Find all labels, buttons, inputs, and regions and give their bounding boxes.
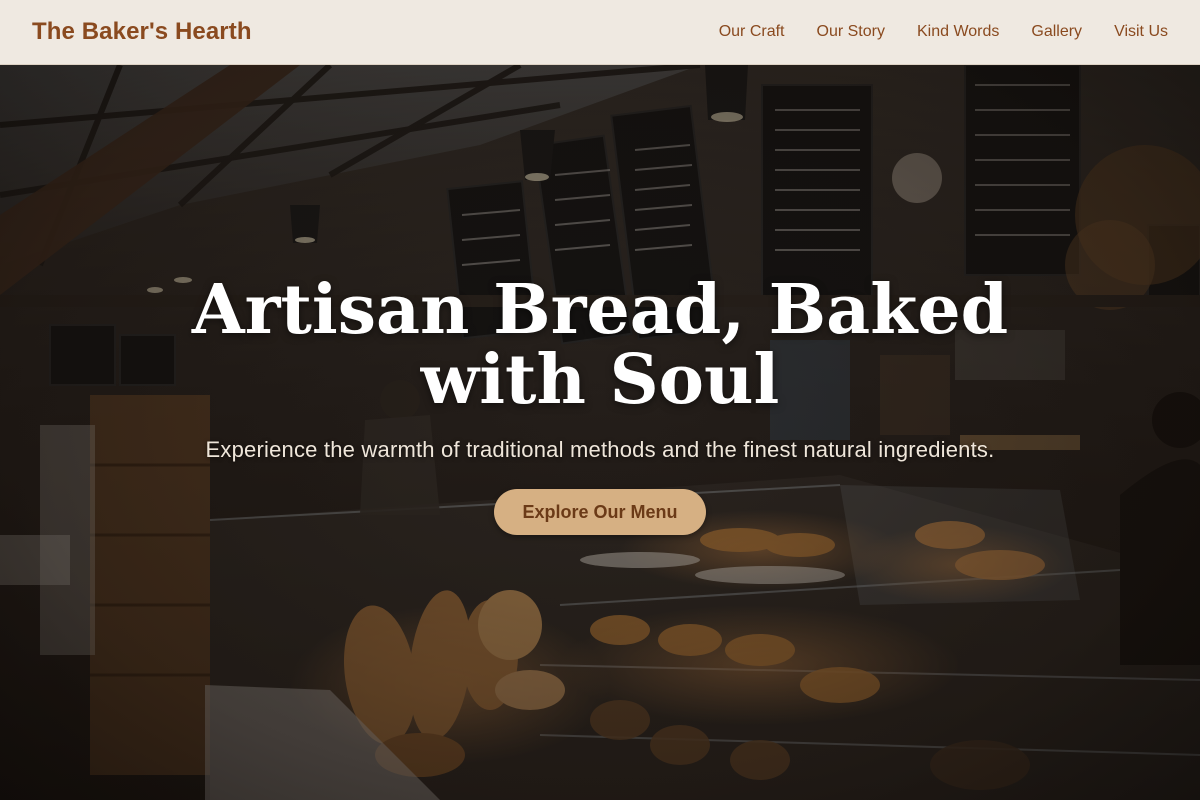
hero-title: Artisan Bread, Baked with Soul: [191, 270, 1009, 420]
main-nav: Our Craft Our Story Kind Words Gallery V…: [719, 23, 1168, 41]
hero-content: Artisan Bread, Baked with Soul Experienc…: [0, 65, 1200, 800]
brand-logo[interactable]: The Baker's Hearth: [32, 18, 252, 46]
hero-subtitle: Experience the warmth of traditional met…: [205, 437, 995, 462]
nav-link-our-story[interactable]: Our Story: [817, 23, 885, 41]
hero-section: Artisan Bread, Baked with Soul Experienc…: [0, 65, 1200, 800]
nav-link-kind-words[interactable]: Kind Words: [917, 23, 999, 41]
nav-link-gallery[interactable]: Gallery: [1031, 23, 1082, 41]
nav-link-our-craft[interactable]: Our Craft: [719, 23, 785, 41]
explore-menu-button[interactable]: Explore Our Menu: [494, 489, 706, 535]
site-header: The Baker's Hearth Our Craft Our Story K…: [0, 0, 1200, 65]
nav-link-visit-us[interactable]: Visit Us: [1114, 23, 1168, 41]
